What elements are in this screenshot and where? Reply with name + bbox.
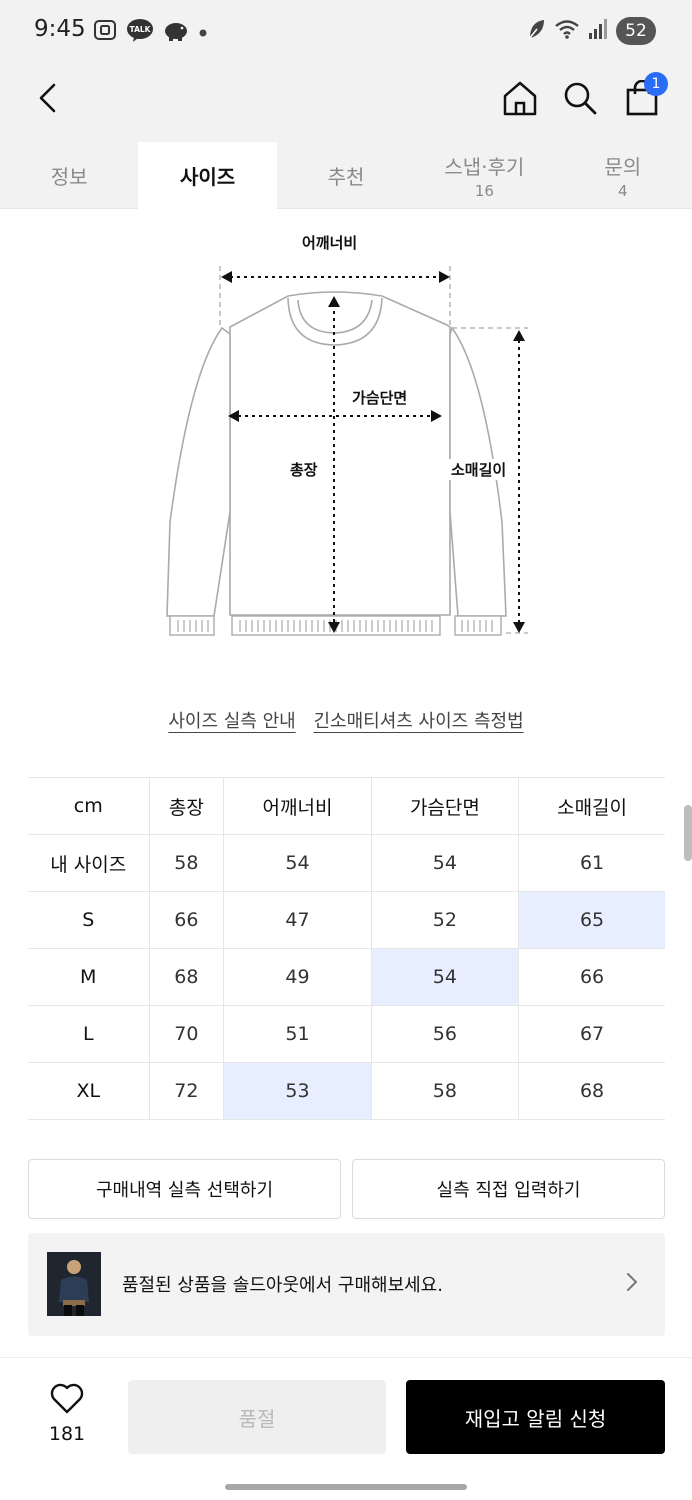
size-value-cell: 66 — [518, 948, 665, 1006]
search-button[interactable] — [558, 76, 602, 120]
tab-2[interactable]: 추천 — [277, 142, 415, 209]
total-length-label: 총장 — [288, 459, 320, 480]
size-value-cell: 65 — [518, 891, 665, 949]
table-header-row: cm 총장 어깨너비 가슴단면 소매길이 — [28, 777, 665, 835]
size-value-cell: 68 — [148, 948, 224, 1006]
product-thumbnail — [47, 1252, 101, 1316]
back-button[interactable] — [26, 76, 70, 120]
table-header-cell: 어깨너비 — [223, 777, 372, 835]
signal-icon — [588, 18, 608, 44]
tab-label: 스냅·후기 — [444, 155, 525, 179]
size-value-cell: 58 — [370, 1062, 519, 1120]
shoulder-width-label: 어깨너비 — [300, 232, 360, 253]
table-row: 내 사이즈 58 54 54 61 — [28, 834, 665, 892]
size-label-cell: S — [28, 891, 149, 949]
tab-label: 추천 — [327, 165, 365, 189]
tab-count: 4 — [617, 182, 628, 200]
size-value-cell: 49 — [223, 948, 372, 1006]
tab-label: 사이즈 — [179, 165, 236, 189]
size-table: cm 총장 어깨너비 가슴단면 소매길이 내 사이즈 58 54 54 61 S 66 47 52 65 M 6… — [28, 777, 665, 1120]
soldout-banner[interactable]: 품절된 상품을 솔드아웃에서 구매해보세요. — [28, 1233, 665, 1336]
size-label-cell: M — [28, 948, 149, 1006]
status-bar: 9:45 TALK 52 — [0, 0, 692, 64]
size-label-cell: XL — [28, 1062, 149, 1120]
search-icon — [564, 82, 597, 115]
tab-label: 문의 — [604, 155, 642, 179]
size-guide-link[interactable]: 사이즈 실측 안내 — [168, 711, 295, 732]
size-value-cell: 72 — [148, 1062, 224, 1120]
piggy-bank-icon — [162, 19, 190, 45]
size-label-cell: L — [28, 1005, 149, 1063]
chest-width-label: 가슴단면 — [350, 387, 410, 408]
banner-text: 품절된 상품을 솔드아웃에서 구매해보세요. — [122, 1275, 443, 1296]
tab-4[interactable]: 문의 4 — [554, 142, 692, 209]
table-header-cell: 소매길이 — [518, 777, 665, 835]
select-purchase-history-button[interactable]: 구매내역 실측 선택하기 — [28, 1159, 341, 1219]
table-row: L 70 51 56 67 — [28, 1005, 665, 1063]
size-value-cell: 54 — [370, 834, 519, 892]
size-value-cell: 58 — [148, 834, 224, 892]
tab-1[interactable]: 사이즈 — [138, 142, 277, 209]
kakaotalk-icon: TALK — [126, 18, 154, 46]
wifi-icon — [554, 18, 580, 44]
bottom-divider — [0, 1357, 692, 1358]
tab-0[interactable]: 정보 — [0, 142, 138, 209]
size-value-cell: 67 — [518, 1005, 665, 1063]
size-diagram: 어깨너비 가슴단면 총장 소매길이 — [150, 222, 550, 652]
table-header-cell: 가슴단면 — [370, 777, 519, 835]
size-value-cell: 54 — [370, 948, 519, 1006]
table-row: S 66 47 52 65 — [28, 891, 665, 949]
kakao-talk-text: TALK — [130, 25, 152, 34]
manual-input-button[interactable]: 실측 직접 입력하기 — [352, 1159, 665, 1219]
screenshot-icon — [92, 18, 118, 46]
scrollbar-thumb[interactable] — [684, 805, 692, 861]
chevron-right-icon — [625, 1271, 639, 1297]
dot-icon — [198, 23, 208, 42]
restock-alert-button[interactable]: 재입고 알림 신청 — [406, 1380, 665, 1454]
table-row: M 68 49 54 66 — [28, 948, 665, 1006]
measurement-method-link[interactable]: 긴소매티셔츠 사이즈 측정법 — [313, 711, 523, 732]
size-value-cell: 53 — [223, 1062, 372, 1120]
like-count: 181 — [48, 1423, 86, 1445]
tab-3[interactable]: 스냅·후기 16 — [415, 142, 553, 209]
battery-indicator: 52 — [616, 17, 656, 45]
home-button[interactable] — [498, 76, 542, 120]
size-value-cell: 47 — [223, 891, 372, 949]
size-value-cell: 52 — [370, 891, 519, 949]
size-value-cell: 70 — [148, 1005, 224, 1063]
sleeve-length-label: 소매길이 — [449, 459, 509, 480]
chevron-left-icon — [39, 83, 56, 113]
product-tabs: 정보 사이즈 추천 스냅·후기 16 문의 4 — [0, 142, 692, 209]
tab-count: 16 — [474, 182, 494, 200]
home-indicator[interactable] — [225, 1484, 467, 1490]
status-right-icons: 52 — [526, 17, 656, 45]
size-value-cell: 66 — [148, 891, 224, 949]
table-header-cell: 총장 — [148, 777, 224, 835]
size-value-cell: 51 — [223, 1005, 372, 1063]
cart-count-badge: 1 — [644, 72, 668, 96]
size-value-cell: 61 — [518, 834, 665, 892]
table-header-cell: cm — [28, 777, 149, 835]
size-value-cell: 56 — [370, 1005, 519, 1063]
status-time: 9:45 — [34, 16, 86, 42]
home-icon — [503, 81, 537, 116]
tab-label: 정보 — [50, 165, 88, 189]
size-value-cell: 54 — [223, 834, 372, 892]
cart-button[interactable]: 1 — [620, 72, 668, 120]
heart-icon — [50, 1383, 84, 1414]
size-guide-links: 사이즈 실측 안내 긴소매티셔츠 사이즈 측정법 — [0, 707, 692, 733]
soldout-button: 품절 — [128, 1380, 386, 1454]
table-row: XL 72 53 58 68 — [28, 1062, 665, 1120]
size-label-cell: 내 사이즈 — [28, 834, 149, 892]
sweatshirt-illustration — [166, 266, 528, 636]
size-value-cell: 68 — [518, 1062, 665, 1120]
status-left-icons: TALK — [92, 18, 208, 46]
leaf-icon — [526, 18, 546, 44]
like-button[interactable]: 181 — [38, 1383, 96, 1445]
